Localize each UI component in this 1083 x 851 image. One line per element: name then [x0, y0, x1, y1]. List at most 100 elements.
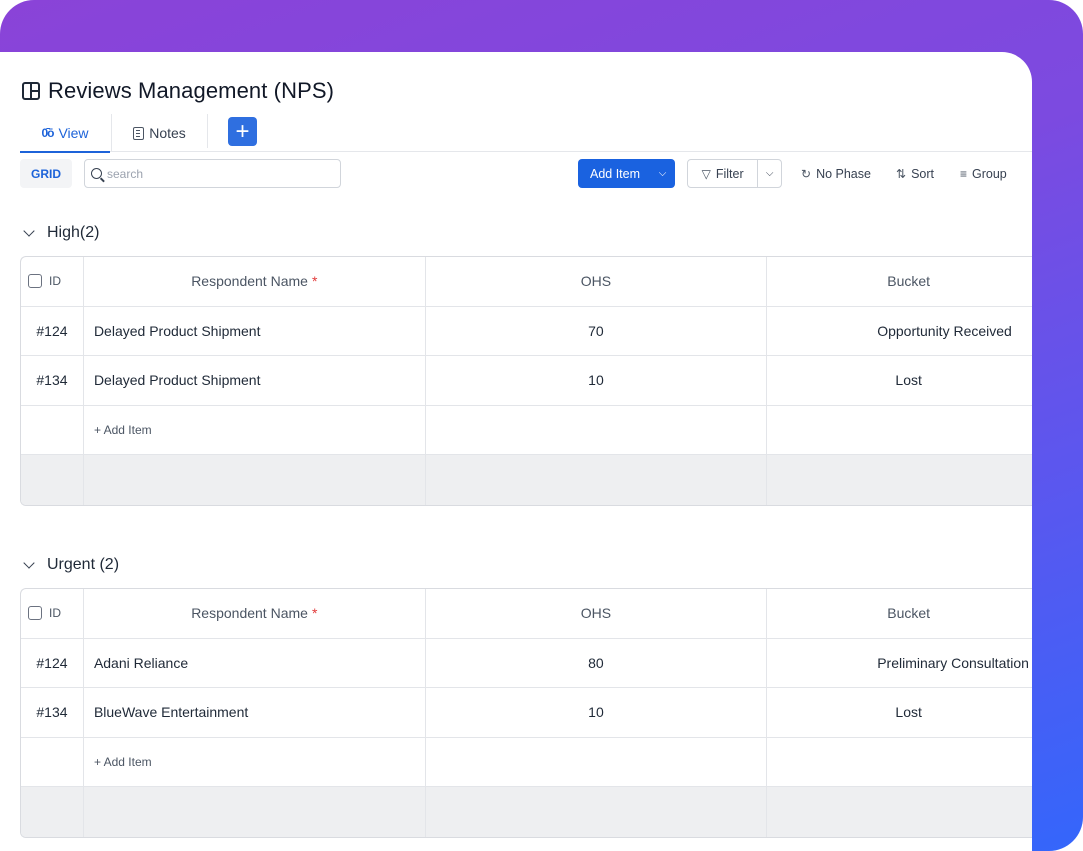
empty-cell [767, 738, 1032, 787]
tab-notes[interactable]: Notes [111, 114, 207, 152]
row-ohs[interactable]: 80 [426, 638, 768, 687]
footer-cell [767, 455, 1032, 505]
filter-button[interactable]: ▽ Filter [688, 160, 759, 187]
app-panel: Reviews Management (NPS) 0̄ō View Notes … [0, 52, 1032, 851]
group-label: Group [972, 166, 1007, 181]
sort-arrows-icon: ⇅ [896, 166, 907, 181]
filter-dropdown-chevron-icon[interactable]: ⌵ [758, 168, 781, 179]
add-item-row: + Add Item [21, 737, 1032, 787]
add-item-row: + Add Item [21, 405, 1032, 455]
header-ohs[interactable]: OHS [426, 589, 768, 638]
table-row[interactable]: #124 Delayed Product Shipment 70 Opportu… [21, 306, 1032, 356]
tab-view-label: View [58, 124, 89, 141]
row-ohs[interactable]: 10 [426, 356, 768, 405]
table-header-row: ID Respondent Name * OHS Bucket [21, 257, 1032, 307]
header-id-cell: ID [21, 257, 84, 306]
row-name[interactable]: Delayed Product Shipment [84, 356, 426, 405]
header-id: ID [49, 274, 61, 289]
header-bucket[interactable]: Bucket [767, 257, 1032, 306]
header-id: ID [49, 606, 61, 621]
table-layout-icon [22, 82, 40, 100]
table-footer-row [21, 455, 1032, 505]
select-all-checkbox[interactable] [28, 606, 42, 621]
notes-icon [133, 126, 145, 140]
view-columns-icon: 0̄ō [41, 125, 54, 140]
row-bucket[interactable]: Lost [767, 688, 1032, 737]
required-marker: * [311, 605, 318, 622]
search-icon [91, 168, 102, 179]
empty-cell [21, 405, 84, 454]
table-row[interactable]: #124 Adani Reliance 80 Preliminary Consu… [21, 638, 1032, 688]
empty-cell [767, 406, 1032, 455]
group-header-urgent[interactable]: Urgent (2) [22, 556, 119, 574]
no-phase-button[interactable]: ↻ No Phase [801, 159, 871, 188]
row-name[interactable]: Delayed Product Shipment [84, 306, 426, 355]
sort-label: Sort [911, 166, 934, 181]
table-footer-row [21, 787, 1032, 837]
group-label-high: High(2) [47, 224, 100, 241]
add-tab-button[interactable]: + [228, 117, 257, 146]
row-bucket[interactable]: Preliminary Consultation [767, 639, 1032, 688]
row-ohs[interactable]: 70 [426, 306, 768, 355]
phase-label: No Phase [816, 166, 871, 181]
row-bucket[interactable]: Opportunity Received [767, 307, 1032, 356]
search-input[interactable] [107, 166, 327, 181]
filter-icon: ▽ [701, 166, 711, 181]
add-item-label: Add Item [590, 166, 641, 181]
row-bucket[interactable]: Lost [767, 356, 1032, 405]
empty-cell [426, 737, 768, 786]
empty-cell [21, 737, 84, 786]
header-respondent-name[interactable]: Respondent Name * [84, 589, 426, 638]
table-row[interactable]: #134 Delayed Product Shipment 10 Lost [21, 356, 1032, 406]
row-name[interactable]: Adani Reliance [84, 638, 426, 687]
phase-cycle-icon: ↻ [801, 166, 812, 181]
add-item-link[interactable]: + Add Item [84, 737, 426, 786]
footer-cell [426, 455, 768, 505]
chevron-down-icon [23, 557, 35, 569]
tab-notes-label: Notes [149, 125, 186, 141]
plus-icon: + [235, 117, 250, 145]
page-title: Reviews Management (NPS) [48, 78, 335, 103]
header-respondent-name[interactable]: Respondent Name * [84, 257, 426, 306]
footer-cell [84, 787, 426, 837]
view-tabs: 0̄ō View Notes + [20, 114, 1032, 153]
row-id: #134 [21, 356, 84, 405]
header-id-cell: ID [21, 589, 84, 638]
footer-cell [21, 787, 84, 837]
row-ohs[interactable]: 10 [426, 688, 768, 737]
sort-button[interactable]: ⇅ Sort [896, 159, 934, 188]
grid-view-button[interactable]: GRID [20, 159, 72, 188]
group-label-urgent: Urgent (2) [47, 556, 120, 573]
header-name-label: Respondent Name [191, 273, 308, 290]
table-row[interactable]: #134 BlueWave Entertainment 10 Lost [21, 688, 1032, 738]
header-name-label: Respondent Name [191, 605, 308, 622]
chevron-down-icon [23, 225, 35, 237]
add-item-link[interactable]: + Add Item [84, 405, 426, 454]
tab-divider [207, 114, 208, 148]
row-name[interactable]: BlueWave Entertainment [84, 688, 426, 737]
empty-cell [426, 405, 768, 454]
chevron-down-icon[interactable]: ⌵ [650, 168, 675, 179]
header-bucket[interactable]: Bucket [767, 589, 1032, 638]
header-ohs[interactable]: OHS [426, 257, 768, 306]
tab-view[interactable]: 0̄ō View [20, 114, 110, 153]
page-header: Reviews Management (NPS) [22, 78, 334, 104]
table-urgent: ID Respondent Name * OHS Bucket #124 Ada… [20, 588, 1032, 838]
required-marker: * [311, 273, 318, 290]
select-all-checkbox[interactable] [28, 274, 42, 289]
footer-cell [84, 455, 426, 505]
table-high: ID Respondent Name * OHS Bucket #124 Del… [20, 256, 1032, 506]
search-box [84, 159, 341, 188]
group-header-high[interactable]: High(2) [22, 224, 99, 242]
add-item-button[interactable]: Add Item ⌵ [578, 159, 675, 188]
footer-cell [426, 787, 768, 837]
footer-cell [767, 787, 1032, 837]
filter-label: Filter [715, 166, 744, 181]
row-id: #134 [21, 688, 84, 737]
row-id: #124 [21, 638, 84, 687]
toolbar: GRID Add Item ⌵ ▽ Filter ⌵ ↻ No Phase ⇅ … [20, 159, 1032, 189]
table-header-row: ID Respondent Name * OHS Bucket [21, 589, 1032, 639]
row-id: #124 [21, 306, 84, 355]
footer-cell [21, 455, 84, 505]
group-button[interactable]: ≡ Group [960, 159, 1007, 188]
